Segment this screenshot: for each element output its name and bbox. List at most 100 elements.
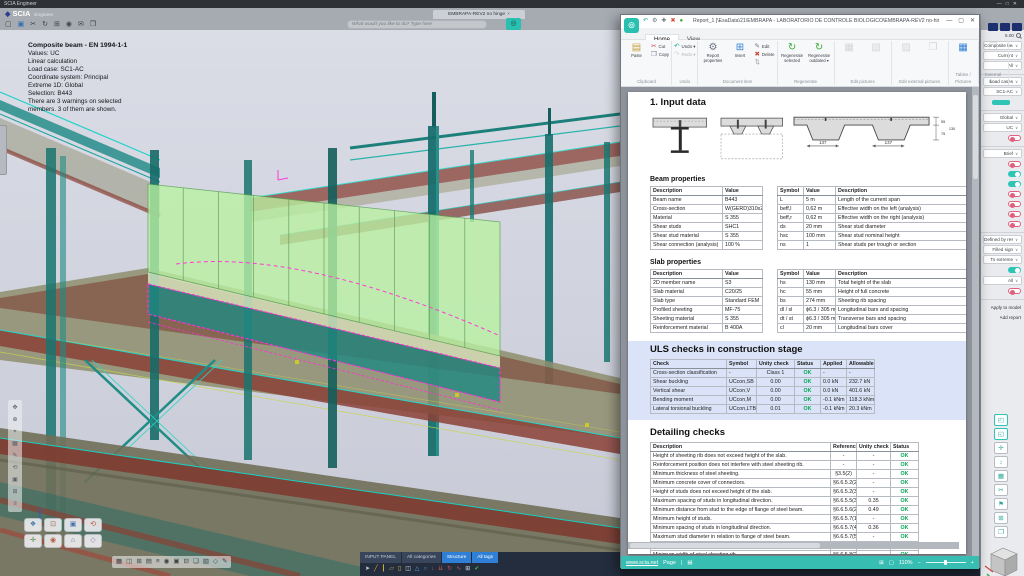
panel-dock-icon[interactable] (988, 23, 998, 31)
document-area[interactable]: 1. Input data (621, 87, 979, 556)
select-results-icon[interactable]: ◰ (994, 414, 1008, 426)
scrollbar-thumb[interactable] (973, 95, 978, 179)
add-quick-icon[interactable]: ✚ (661, 16, 666, 27)
mesh-input-icon[interactable]: ⊞ (465, 563, 470, 576)
tab-close-icon[interactable]: × (507, 12, 510, 17)
refresh-button[interactable] (981, 97, 1024, 107)
hatch-icon[interactable]: ▧ (203, 556, 209, 568)
extreme-select[interactable]: Global∨ (983, 113, 1022, 122)
window-controls[interactable]: —□✕ (997, 0, 1021, 8)
output-select[interactable]: Brief∨ (983, 149, 1022, 158)
section-view-icon[interactable]: ◫ (126, 556, 132, 568)
option-toggle-3[interactable] (981, 179, 1024, 189)
menu-icon[interactable]: ≡ (8, 498, 22, 510)
table-tool-icon[interactable]: ⊞ (994, 512, 1008, 524)
wireframe-icon[interactable]: ▣ (173, 556, 179, 568)
hinge-icon[interactable]: ○ (424, 563, 428, 576)
refresh-pill[interactable] (992, 100, 1010, 105)
line-load-icon[interactable]: ⇊ (438, 563, 443, 576)
paste-button[interactable]: ▤Paste (624, 42, 649, 59)
rotate-icon[interactable]: ⟲ (8, 462, 22, 474)
picture-tool-icon[interactable]: ▦ (994, 470, 1008, 482)
copy-button[interactable]: ❐Copy (651, 51, 669, 58)
toggle-switch[interactable] (1008, 191, 1021, 197)
report-window-controls[interactable]: — ▢ ✕ (946, 16, 975, 27)
cursor-icon[interactable]: ➤ (365, 563, 370, 576)
delete-button[interactable]: ✖Delete (754, 51, 774, 58)
clip-tool-icon[interactable]: ✂ (994, 484, 1008, 496)
option-toggle-1[interactable] (981, 159, 1024, 169)
display-select[interactable]: Filled sign∨ (983, 245, 1022, 254)
toggle-switch[interactable] (1008, 161, 1021, 167)
view-settings-icon[interactable]: ▦ (116, 556, 122, 568)
opening-icon[interactable]: ◫ (405, 563, 411, 576)
redo-button[interactable]: ↷Redo ▾ (674, 51, 695, 58)
render-mode-icon[interactable]: ◉ (164, 556, 170, 568)
pan-icon[interactable]: ✥ (8, 402, 22, 414)
undo-button[interactable]: ↶Undo ▾ (674, 43, 695, 50)
scrollbar-thumb[interactable] (630, 543, 820, 548)
fit-width-icon[interactable]: ⊞ (879, 560, 884, 566)
label-icon[interactable]: ❏ (193, 556, 199, 568)
horizontal-scrollbar[interactable] (628, 542, 959, 549)
support-icon[interactable]: △ (415, 563, 420, 576)
moment-load-icon[interactable]: ↻ (447, 563, 452, 576)
input-panel-tab[interactable]: Structure (442, 552, 471, 563)
zoom-slider[interactable] (926, 562, 966, 563)
spotlight-button[interactable]: ◎ (506, 18, 521, 30)
input-panel-tab[interactable]: All categories (402, 552, 441, 563)
description-select[interactable]: To extreme∨ (983, 255, 1022, 264)
external-files-button[interactable]: ❐ (981, 42, 1006, 54)
report-app-icon[interactable]: ⊚ (624, 18, 639, 33)
section-select[interactable]: All∨ (983, 276, 1022, 285)
navigate-button[interactable]: ⇅ (754, 59, 774, 66)
layers-icon[interactable]: ▣ (8, 474, 22, 486)
toggle-switch[interactable] (1008, 201, 1021, 207)
zoom-window-icon[interactable]: ▣ (64, 518, 82, 532)
axis-tool-icon[interactable]: ✛ (994, 442, 1008, 454)
refresh-icon[interactable]: ↻ (42, 19, 48, 30)
vertical-scrollbar[interactable] (972, 87, 979, 556)
new-file-icon[interactable]: ▢ (5, 19, 12, 30)
annotate-icon[interactable]: ✎ (222, 556, 227, 568)
edit-button[interactable]: ✎Edit (754, 43, 774, 50)
view-x-icon[interactable]: ✛ (24, 534, 42, 548)
fit-page-icon[interactable]: ▢ (889, 560, 894, 566)
zoom-all-icon[interactable]: ⊡ (44, 518, 62, 532)
regenerate-selected-button[interactable]: ↻Regenerate selected (780, 42, 805, 64)
picture-scale-button[interactable]: ▧ (864, 42, 889, 54)
option-toggle-9[interactable] (981, 286, 1024, 296)
toggle-switch[interactable] (1008, 288, 1021, 294)
panel-dock-icon[interactable] (1000, 23, 1010, 31)
report-titlebar[interactable]: ⊚ ↶⚙✚✖● Report_1 [\EsaData\21\EMBRAPA - … (621, 15, 979, 28)
option-toggle-2[interactable] (981, 169, 1024, 179)
toggle-switch[interactable] (1008, 211, 1021, 217)
toggle-switch[interactable] (1008, 267, 1021, 273)
plate-icon[interactable]: ▱ (389, 563, 394, 576)
delete-quick-icon[interactable]: ✖ (670, 16, 675, 27)
layers-view-icon[interactable]: ▤ (146, 556, 152, 568)
grid-view-icon[interactable]: ▦ (8, 438, 22, 450)
option-toggle-6[interactable] (981, 209, 1024, 219)
drawing-select[interactable]: Defined by result∨ (983, 235, 1022, 244)
add-report-button[interactable]: Add report (981, 312, 1024, 322)
ghost-icon[interactable]: ◇ (213, 556, 218, 568)
toggle-switch[interactable] (1008, 181, 1021, 187)
perspective-icon[interactable]: ◇ (84, 534, 102, 548)
3d-viewport[interactable]: Composite beam - EN 1994-1-1Values: UCLi… (0, 30, 620, 576)
thermal-load-icon[interactable]: ∿ (456, 563, 461, 576)
scia-link[interactable]: www.scia.net (626, 560, 658, 566)
snap-icon[interactable]: ⌖ (8, 426, 22, 438)
tables-pictures-button[interactable]: ▦ (951, 42, 976, 54)
results-toggle[interactable] (981, 133, 1024, 143)
gallery-icon[interactable]: ❐ (90, 19, 96, 30)
zoom-out-icon[interactable]: − (918, 560, 921, 566)
status-dot-icon[interactable]: ● (679, 16, 683, 27)
apply-to-model-button[interactable]: Apply to model (981, 302, 1024, 312)
grid-icon[interactable]: ⊞ (54, 19, 60, 30)
edit-icon[interactable]: ✎ (8, 450, 22, 462)
beam-icon[interactable]: ╱ (374, 563, 378, 576)
dimension-tool-icon[interactable]: ↕ (994, 456, 1008, 468)
zoom-slider-thumb[interactable] (944, 560, 947, 565)
export-tool-icon[interactable]: ❐ (994, 526, 1008, 538)
